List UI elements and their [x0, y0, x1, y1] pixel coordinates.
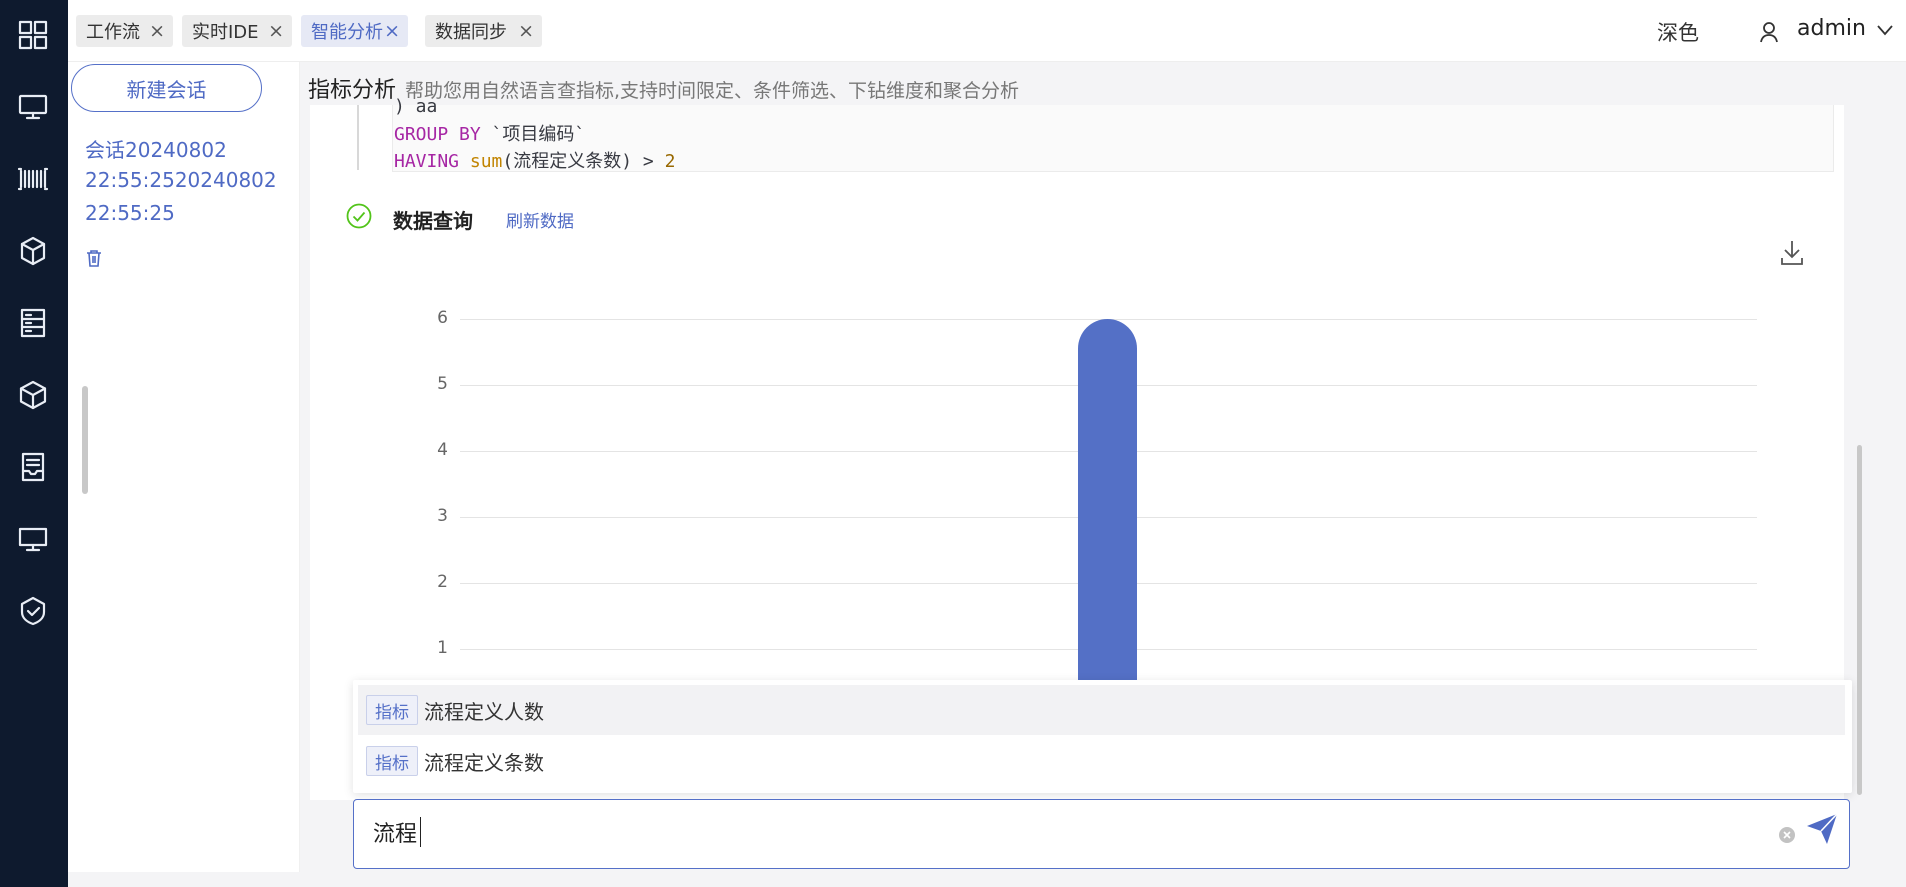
metric-tag: 指标	[366, 695, 418, 725]
clear-input-icon[interactable]	[1778, 826, 1796, 844]
suggestion-dropdown: 指标 流程定义人数 指标 流程定义条数	[353, 680, 1852, 793]
y-tick-label: 4	[437, 440, 448, 460]
query-input-box[interactable]: 流程	[353, 799, 1850, 869]
y-tick-label: 6	[437, 308, 448, 328]
suggestion-label: 流程定义人数	[424, 699, 544, 724]
y-tick-label: 2	[437, 572, 448, 592]
y-tick-label: 1	[437, 638, 448, 658]
y-tick-label: 5	[437, 374, 448, 394]
suggestion-label: 流程定义条数	[424, 750, 544, 775]
metric-tag: 指标	[366, 746, 418, 776]
suggestion-item[interactable]: 指标 流程定义人数	[358, 685, 1845, 735]
send-icon[interactable]	[1805, 812, 1839, 846]
bottom-strip	[68, 872, 1906, 887]
chart-bar[interactable]	[1078, 319, 1137, 680]
bar-chart: 6 5 4 3 2 1	[0, 0, 1906, 680]
main-scrollbar[interactable]	[1857, 445, 1862, 795]
suggestion-item[interactable]: 指标 流程定义条数	[358, 736, 1845, 786]
query-input[interactable]: 流程	[373, 816, 417, 848]
text-caret	[420, 817, 421, 847]
y-tick-label: 3	[437, 506, 448, 526]
